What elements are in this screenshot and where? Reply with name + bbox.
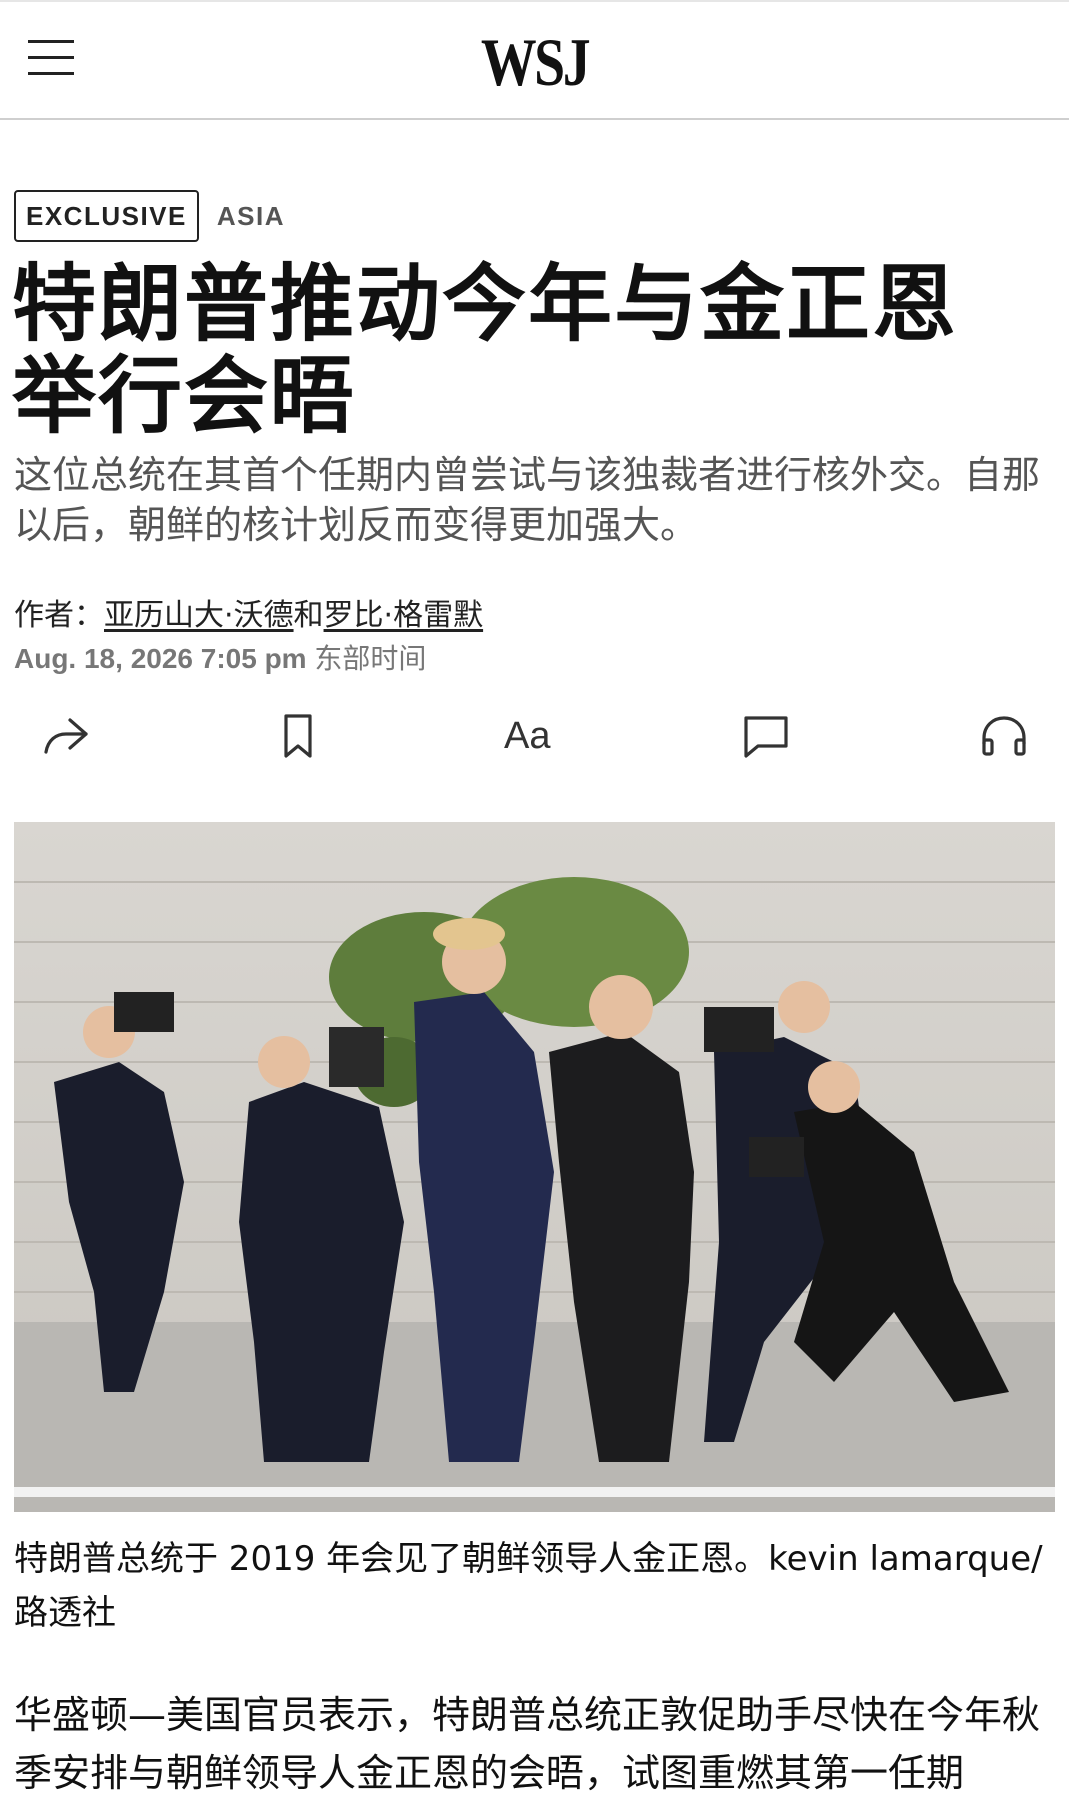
article-toolbar: Aa [0,700,1069,770]
lead-photo [14,822,1055,1512]
photo-caption: 特朗普总统于 2019 年会见了朝鲜领导人金正恩。kevin lamarque/… [14,1539,1043,1633]
comment-icon[interactable] [738,708,794,764]
article-body-paragraph: 华盛顿—美国官员表示，特朗普总统正敦促助手尽快在今年秋季安排与朝鲜领导人金正恩的… [14,1693,1041,1795]
headline-line-1: 特朗普推动今年与金正恩 [12,255,959,353]
author-link-1[interactable]: 亚历山大·沃德 [104,598,294,633]
top-bar: WSJ [0,0,1069,120]
article-dek: 这位总统在其首个任期内曾尝试与该独裁者进行核外交。自那以后，朝鲜的核计划反而变得… [14,453,1041,547]
hamburger-menu-icon[interactable] [28,38,74,78]
text-size-button[interactable]: Aa [504,708,574,764]
article-headline: 特朗普推动今年与金正恩 举行会晤 [12,258,1052,442]
wsj-logo[interactable]: WSJ [96,24,973,100]
article-tags: EXCLUSIVE ASIA [14,190,285,242]
author-link-2[interactable]: 罗比·格雷默 [324,598,484,633]
text-size-label: Aa [504,715,551,757]
publish-timezone: 东部时间 [314,642,427,675]
exclusive-tag: EXCLUSIVE [14,190,199,242]
byline: 作者：亚历山大·沃德和罗比·格雷默 [14,596,483,636]
publish-date: Aug. 18, 2026 7:05 pm 东部时间 [14,640,426,678]
section-tag[interactable]: ASIA [217,201,285,232]
byline-prefix: 作者： [14,598,104,633]
byline-joiner: 和 [293,598,324,633]
bookmark-icon[interactable] [270,708,326,764]
headline-line-2: 举行会晤 [12,347,357,445]
headphones-icon[interactable] [976,708,1032,764]
share-icon[interactable] [38,708,94,764]
publish-date-time: Aug. 18, 2026 7:05 pm [14,643,307,674]
